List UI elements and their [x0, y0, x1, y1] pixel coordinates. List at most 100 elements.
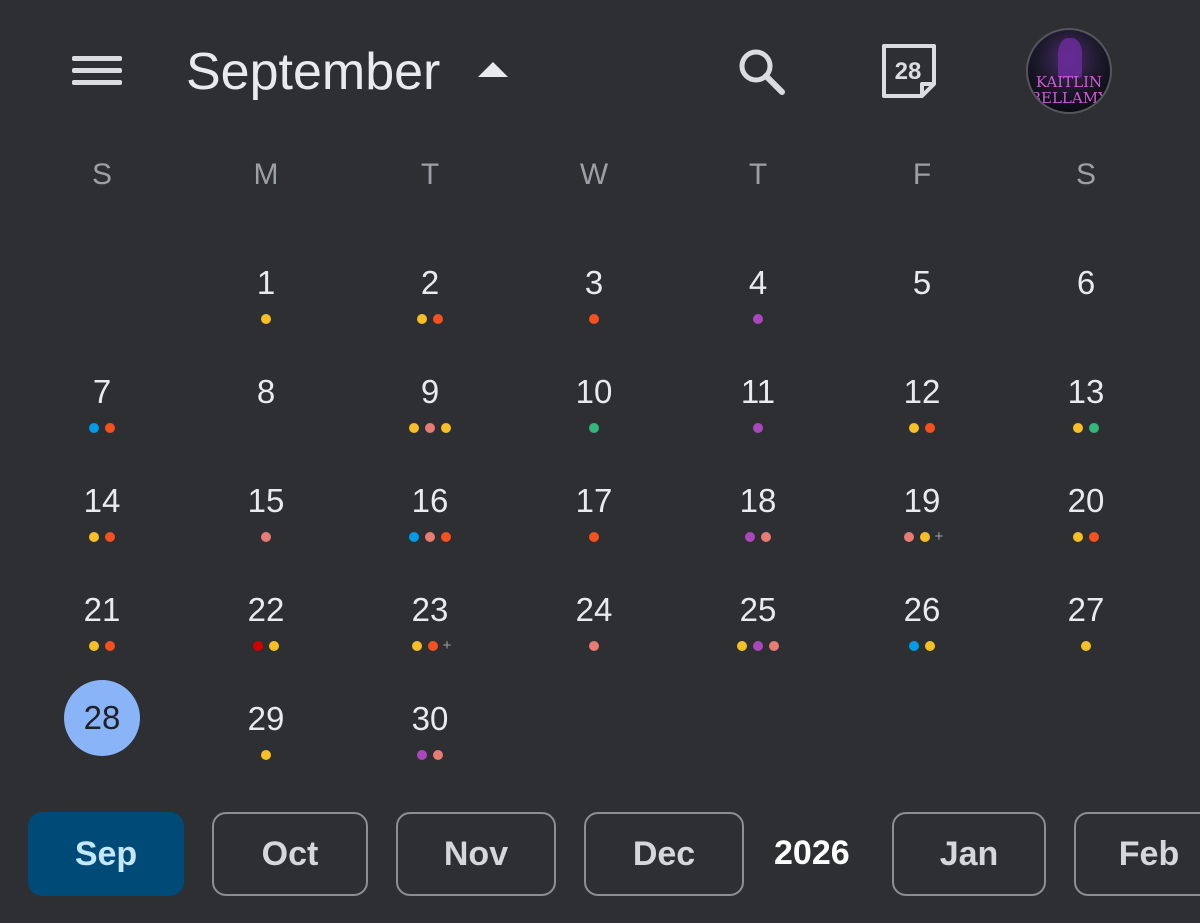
- day-number: 5: [912, 264, 932, 301]
- event-dot: [425, 423, 435, 433]
- day-number: 14: [83, 482, 121, 519]
- event-indicators: +: [360, 637, 500, 654]
- day-cell[interactable]: 27: [1016, 590, 1156, 690]
- event-dot: [411, 641, 422, 651]
- event-indicators: [360, 531, 500, 543]
- day-number: 20: [1067, 482, 1105, 519]
- month-chip-nov[interactable]: Nov: [396, 812, 556, 896]
- more-events-indicator: +: [442, 637, 452, 654]
- day-cell[interactable]: 22: [196, 590, 336, 690]
- event-dot: [105, 532, 115, 542]
- day-number: 26: [903, 591, 941, 628]
- event-dot: [433, 314, 443, 324]
- day-number: 19: [903, 482, 941, 519]
- event-dot: [737, 641, 747, 651]
- day-cell[interactable]: 3: [524, 263, 664, 363]
- month-chip-dec[interactable]: Dec: [584, 812, 744, 896]
- month-selector-bar: Sep Oct Nov Dec 2026 Jan Feb: [0, 810, 1200, 900]
- day-cell[interactable]: 14: [32, 481, 172, 581]
- day-cell[interactable]: 5: [852, 263, 992, 363]
- day-cell[interactable]: 23 +: [360, 590, 500, 690]
- day-cell[interactable]: 29: [196, 699, 336, 799]
- event-indicators: [1016, 640, 1156, 652]
- day-number: 2: [420, 264, 440, 301]
- day-cell[interactable]: 4: [688, 263, 828, 363]
- day-cell[interactable]: 25: [688, 590, 828, 690]
- day-cell-today[interactable]: 28: [32, 680, 172, 799]
- event-indicators: [688, 422, 828, 434]
- event-indicators: [196, 313, 336, 325]
- day-cell[interactable]: 11: [688, 372, 828, 472]
- event-dot: [105, 641, 115, 651]
- day-number: 18: [739, 482, 777, 519]
- event-dot: [1089, 532, 1099, 542]
- event-indicators: [852, 422, 992, 434]
- event-indicators: [32, 422, 172, 434]
- day-cell[interactable]: 9: [360, 372, 500, 472]
- month-chip-oct[interactable]: Oct: [212, 812, 368, 896]
- event-dot: [433, 750, 443, 760]
- month-chip-sep[interactable]: Sep: [28, 812, 184, 896]
- day-number: 13: [1067, 373, 1105, 410]
- month-chip-feb[interactable]: Feb: [1074, 812, 1200, 896]
- day-cell[interactable]: 17: [524, 481, 664, 581]
- event-indicators: [1016, 531, 1156, 543]
- event-dot: [753, 423, 763, 433]
- day-cell[interactable]: 10: [524, 372, 664, 472]
- event-dot: [589, 532, 599, 542]
- day-cell[interactable]: 30: [360, 699, 500, 799]
- event-dot: [417, 314, 427, 324]
- day-cell[interactable]: 16: [360, 481, 500, 581]
- day-number: 6: [1076, 264, 1096, 301]
- day-cell[interactable]: 15: [196, 481, 336, 581]
- event-dot: [919, 532, 930, 542]
- day-number: 1: [256, 264, 276, 301]
- event-dot: [417, 750, 427, 760]
- event-indicators: [524, 531, 664, 543]
- event-indicators: [196, 640, 336, 652]
- event-dot: [589, 423, 599, 433]
- day-cell[interactable]: 13: [1016, 372, 1156, 472]
- event-indicators: [360, 313, 500, 325]
- event-dot: [261, 750, 271, 760]
- day-number: 4: [748, 264, 768, 301]
- day-number: 27: [1067, 591, 1105, 628]
- event-indicators: [852, 640, 992, 652]
- event-dot: [1089, 423, 1099, 433]
- day-cell[interactable]: 6: [1016, 263, 1156, 363]
- day-cell[interactable]: 19 +: [852, 481, 992, 581]
- event-dot: [589, 314, 599, 324]
- day-number: 24: [575, 591, 613, 628]
- event-indicators: [196, 749, 336, 761]
- day-number: 17: [575, 482, 613, 519]
- event-indicators: [1016, 422, 1156, 434]
- day-cell[interactable]: 1: [196, 263, 336, 363]
- event-indicators: [524, 422, 664, 434]
- day-cell[interactable]: 8: [196, 372, 336, 472]
- event-dot: [269, 641, 279, 651]
- day-cell[interactable]: 7: [32, 372, 172, 472]
- day-number: 9: [420, 373, 440, 410]
- day-number: 30: [411, 700, 449, 737]
- day-number: 8: [256, 373, 276, 410]
- month-chip-jan[interactable]: Jan: [892, 812, 1046, 896]
- event-dot: [261, 314, 271, 324]
- day-number: 7: [92, 373, 112, 410]
- day-cell[interactable]: 21: [32, 590, 172, 690]
- event-indicators: [32, 531, 172, 543]
- event-dot: [903, 532, 914, 542]
- day-cell[interactable]: 26: [852, 590, 992, 690]
- day-cell[interactable]: 12: [852, 372, 992, 472]
- day-cell[interactable]: 24: [524, 590, 664, 690]
- day-cell[interactable]: 18: [688, 481, 828, 581]
- day-cell[interactable]: 20: [1016, 481, 1156, 581]
- event-dot: [89, 641, 99, 651]
- event-indicators: [360, 422, 500, 434]
- day-cell[interactable]: 2: [360, 263, 500, 363]
- day-number: 28: [64, 680, 140, 756]
- event-dot: [441, 532, 451, 542]
- event-dot: [1073, 423, 1083, 433]
- day-number: 11: [740, 373, 776, 410]
- event-dot: [753, 641, 763, 651]
- event-dot: [925, 641, 935, 651]
